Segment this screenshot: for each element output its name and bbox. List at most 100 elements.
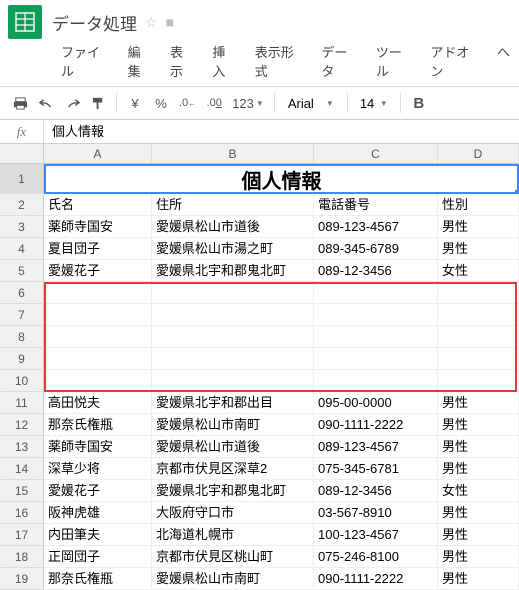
cell[interactable]: [314, 282, 438, 304]
cell[interactable]: 089-345-6789: [314, 238, 438, 260]
doc-title[interactable]: データ処理: [52, 10, 137, 35]
cell[interactable]: 那奈氏権瓶: [44, 568, 152, 590]
cell[interactable]: 北海道札幌市: [152, 524, 314, 546]
cell[interactable]: 夏目団子: [44, 238, 152, 260]
cell[interactable]: [314, 348, 438, 370]
select-all-corner[interactable]: [0, 144, 44, 163]
cell[interactable]: 阪神虎雄: [44, 502, 152, 524]
menu-tools[interactable]: ツール: [367, 40, 422, 82]
font-select[interactable]: Arial▼: [281, 93, 341, 114]
cell[interactable]: [152, 304, 314, 326]
header-phone[interactable]: 電話番号: [314, 194, 438, 216]
cell[interactable]: [314, 304, 438, 326]
cell[interactable]: 090-1111-2222: [314, 414, 438, 436]
row-header[interactable]: 8: [0, 326, 44, 348]
row-header[interactable]: 16: [0, 502, 44, 524]
header-gender[interactable]: 性別: [438, 194, 519, 216]
folder-icon[interactable]: ■: [166, 14, 174, 30]
cell[interactable]: 愛媛花子: [44, 480, 152, 502]
menu-insert[interactable]: 挿入: [203, 40, 245, 82]
row-header[interactable]: 13: [0, 436, 44, 458]
cell[interactable]: [44, 348, 152, 370]
cell[interactable]: 正岡団子: [44, 546, 152, 568]
cell[interactable]: 089-12-3456: [314, 480, 438, 502]
cell[interactable]: 内田筆夫: [44, 524, 152, 546]
currency-button[interactable]: ¥: [123, 90, 147, 116]
formula-input[interactable]: 個人情報: [44, 120, 519, 144]
row-header[interactable]: 5: [0, 260, 44, 282]
cell[interactable]: [44, 282, 152, 304]
row-header[interactable]: 11: [0, 392, 44, 414]
cell[interactable]: [152, 370, 314, 392]
cell[interactable]: 愛媛県北宇和郡鬼北町: [152, 480, 314, 502]
font-size-select[interactable]: 14▼: [354, 94, 394, 113]
cell[interactable]: [314, 326, 438, 348]
cell[interactable]: 男性: [438, 546, 519, 568]
row-header[interactable]: 9: [0, 348, 44, 370]
percent-button[interactable]: %: [149, 90, 173, 116]
cell[interactable]: 089-123-4567: [314, 216, 438, 238]
row-header[interactable]: 2: [0, 194, 44, 216]
col-header-C[interactable]: C: [314, 144, 438, 163]
cell[interactable]: 男性: [438, 568, 519, 590]
cell[interactable]: 愛媛県松山市湯之町: [152, 238, 314, 260]
decrease-decimal-button[interactable]: .0←: [175, 90, 200, 116]
cell[interactable]: 089-12-3456: [314, 260, 438, 282]
cell[interactable]: 090-1111-2222: [314, 568, 438, 590]
row-header[interactable]: 18: [0, 546, 44, 568]
cell[interactable]: 女性: [438, 260, 519, 282]
bold-button[interactable]: B: [407, 90, 431, 116]
cell[interactable]: [152, 326, 314, 348]
cell[interactable]: 男性: [438, 524, 519, 546]
cell[interactable]: 愛媛県北宇和郡出目: [152, 392, 314, 414]
redo-icon[interactable]: [60, 90, 84, 116]
star-icon[interactable]: ☆: [145, 14, 158, 31]
cell[interactable]: [152, 348, 314, 370]
cell[interactable]: 095-00-0000: [314, 392, 438, 414]
cell[interactable]: [438, 304, 519, 326]
cell[interactable]: 愛媛県松山市南町: [152, 568, 314, 590]
cell[interactable]: [152, 282, 314, 304]
cell[interactable]: [44, 304, 152, 326]
menu-format[interactable]: 表示形式: [246, 40, 313, 82]
col-header-A[interactable]: A: [44, 144, 152, 163]
cell[interactable]: 高田悦夫: [44, 392, 152, 414]
col-header-D[interactable]: D: [438, 144, 519, 163]
cell[interactable]: [438, 282, 519, 304]
row-header[interactable]: 1: [0, 164, 44, 194]
cell[interactable]: 075-246-8100: [314, 546, 438, 568]
cell[interactable]: 100-123-4567: [314, 524, 438, 546]
cell[interactable]: 愛媛花子: [44, 260, 152, 282]
number-format-button[interactable]: 123▼: [228, 90, 268, 116]
menu-help[interactable]: ヘ: [488, 40, 519, 82]
merged-title-cell[interactable]: 個人情報: [44, 164, 519, 194]
cell[interactable]: 那奈氏権瓶: [44, 414, 152, 436]
cell[interactable]: [44, 370, 152, 392]
cell[interactable]: 女性: [438, 480, 519, 502]
header-name[interactable]: 氏名: [44, 194, 152, 216]
cell[interactable]: [438, 370, 519, 392]
increase-decimal-button[interactable]: .00: [202, 90, 226, 116]
cell[interactable]: 京都市伏見区深草2: [152, 458, 314, 480]
cell[interactable]: 愛媛県松山市道後: [152, 216, 314, 238]
print-icon[interactable]: [8, 90, 32, 116]
row-header[interactable]: 4: [0, 238, 44, 260]
cell[interactable]: 愛媛県松山市道後: [152, 436, 314, 458]
cell[interactable]: 薬師寺国安: [44, 216, 152, 238]
cell[interactable]: 薬師寺国安: [44, 436, 152, 458]
menu-file[interactable]: ファイル: [52, 40, 119, 82]
cell[interactable]: [44, 326, 152, 348]
cell[interactable]: 男性: [438, 502, 519, 524]
row-header[interactable]: 19: [0, 568, 44, 590]
cell[interactable]: [314, 370, 438, 392]
cell[interactable]: 089-123-4567: [314, 436, 438, 458]
row-header[interactable]: 12: [0, 414, 44, 436]
undo-icon[interactable]: [34, 90, 58, 116]
menu-view[interactable]: 表示: [161, 40, 203, 82]
row-header[interactable]: 6: [0, 282, 44, 304]
cell[interactable]: [438, 326, 519, 348]
cell[interactable]: [438, 348, 519, 370]
menu-data[interactable]: データ: [312, 40, 367, 82]
row-header[interactable]: 17: [0, 524, 44, 546]
row-header[interactable]: 7: [0, 304, 44, 326]
